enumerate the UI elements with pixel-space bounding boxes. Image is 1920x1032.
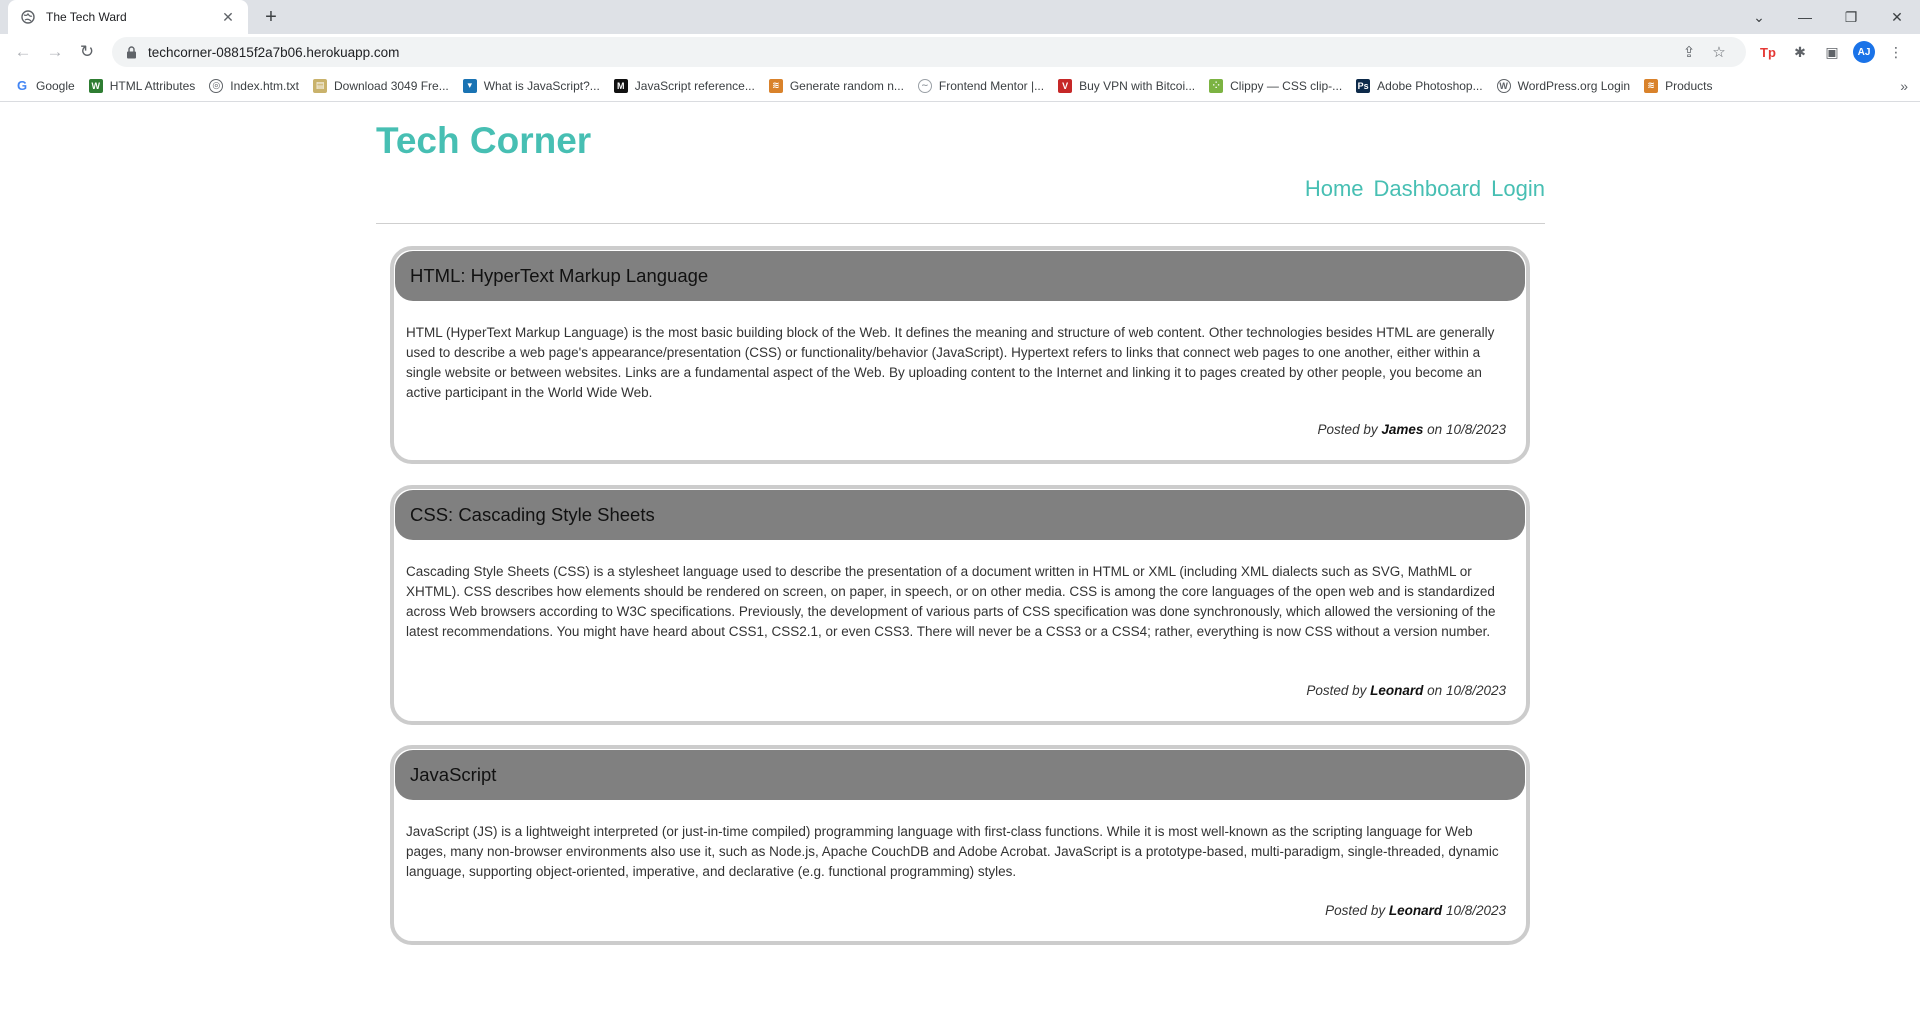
bookmark-item[interactable]: ▾ What is JavaScript?... [456,73,607,99]
avatar: AJ [1853,41,1875,63]
w-icon: W [88,78,103,93]
nav-dashboard-link[interactable]: Dashboard [1374,176,1482,202]
tp-extension-icon[interactable]: Tp [1752,37,1784,67]
ps-icon: Ps [1356,78,1371,93]
post-date: 10/8/2023 [1445,903,1506,918]
google-icon: G [16,78,28,93]
post-header[interactable]: HTML: HyperText Markup Language [395,251,1525,301]
post-title[interactable]: CSS: Cascading Style Sheets [410,504,655,526]
post-meta: Posted by Leonard on 10/8/2023 [1306,683,1526,698]
bookmark-item[interactable]: ≋ Generate random n... [762,73,911,99]
bookmark-label: Download 3049 Fre... [334,78,449,93]
nav-login-link[interactable]: Login [1491,176,1545,202]
side-panel-icon[interactable]: ▣ [1816,37,1848,67]
bookmark-label: Buy VPN with Bitcoi... [1079,78,1196,93]
globe-icon [20,9,36,25]
lock-icon[interactable] [124,45,138,59]
new-tab-button[interactable]: + [258,4,284,30]
m-icon: M [613,78,628,93]
posted-by-label: Posted by [1317,422,1378,437]
bookmarks-overflow-icon[interactable]: » [1900,70,1908,102]
bookmark-label: What is JavaScript?... [483,78,600,93]
bookmark-label: Products [1665,78,1713,93]
post-card[interactable]: JavaScript JavaScript (JS) is a lightwei… [390,745,1530,945]
site-nav: Home Dashboard Login [1305,176,1545,202]
url-text[interactable]: techcorner-08815f2a7b06.herokuapp.com [148,45,1674,60]
bookmark-item[interactable]: W WordPress.org Login [1490,73,1638,99]
bookmark-label: Index.htm.txt [230,78,299,93]
fm-icon: ∼ [917,78,932,93]
folder-icon: ▤ [313,78,327,93]
bookmark-star-icon[interactable]: ☆ [1704,43,1734,61]
post-title[interactable]: JavaScript [410,764,496,786]
browser-tab-strip: The Tech Ward ✕ + ⌄ — ❐ ✕ [0,0,1920,34]
post-date: on 10/8/2023 [1427,683,1506,698]
bookmark-item[interactable]: ∼ Frontend Mentor |... [911,73,1051,99]
profile-avatar[interactable]: AJ [1848,37,1880,67]
bookmark-item[interactable]: M JavaScript reference... [607,73,762,99]
reload-button[interactable]: ↻ [72,37,102,67]
bookmark-item[interactable]: ⁘ Clippy — CSS clip-... [1202,73,1349,99]
vpn-icon: V [1058,78,1073,93]
post-body: JavaScript (JS) is a lightweight interpr… [406,824,1499,879]
post-title[interactable]: HTML: HyperText Markup Language [410,265,708,287]
wordpress-icon: W [1496,78,1511,93]
bookmark-item[interactable]: V Buy VPN with Bitcoi... [1051,73,1202,99]
bookmark-label: Clippy — CSS clip-... [1230,78,1343,93]
post-card[interactable]: CSS: Cascading Style Sheets Cascading St… [390,485,1530,725]
posted-by-label: Posted by [1306,683,1367,698]
browser-toolbar: ← → ↻ techcorner-08815f2a7b06.herokuapp.… [0,34,1920,70]
minimize-button[interactable]: — [1782,0,1828,34]
bookmark-label: Generate random n... [789,78,904,93]
post-meta: Posted by James on 10/8/2023 [1318,422,1526,437]
stack-icon: ≋ [768,78,783,93]
back-button[interactable]: ← [8,37,38,67]
tab-search-icon[interactable]: ⌄ [1736,0,1782,34]
stack-icon: ≋ [1644,78,1659,93]
mdn-icon: ▾ [462,78,477,93]
bookmark-item[interactable]: G Google [8,73,82,99]
bookmark-label: JavaScript reference... [634,78,755,93]
post-meta: Posted by Leonard 10/8/2023 [1325,903,1526,918]
extensions-puzzle-icon[interactable]: ✱ [1784,37,1816,67]
clippy-icon: ⁘ [1209,78,1224,93]
header-divider [376,223,1545,224]
post-date: on 10/8/2023 [1427,422,1506,437]
post-body: HTML (HyperText Markup Language) is the … [406,325,1495,400]
bookmark-item[interactable]: ▤ Download 3049 Fre... [306,73,456,99]
bookmark-item[interactable]: ◎ Index.htm.txt [202,73,306,99]
address-bar[interactable]: techcorner-08815f2a7b06.herokuapp.com ⇪ … [112,37,1746,67]
tab-title: The Tech Ward [46,10,127,24]
post-header[interactable]: CSS: Cascading Style Sheets [395,490,1525,540]
nav-home-link[interactable]: Home [1305,176,1364,202]
close-window-button[interactable]: ✕ [1874,0,1920,34]
share-icon[interactable]: ⇪ [1674,43,1704,61]
site-title[interactable]: Tech Corner [376,120,591,162]
bookmark-item[interactable]: Ps Adobe Photoshop... [1349,73,1489,99]
menu-kebab-icon[interactable]: ⋮ [1880,37,1912,67]
post-author: James [1381,422,1424,437]
bookmark-item[interactable]: ≋ Products [1637,73,1719,99]
post-header[interactable]: JavaScript [395,750,1525,800]
post-card[interactable]: HTML: HyperText Markup Language HTML (Hy… [390,246,1530,464]
tab-close-icon[interactable]: ✕ [220,9,236,26]
window-controls: ⌄ — ❐ ✕ [1736,0,1920,34]
bookmark-label: Google [36,78,75,93]
restore-button[interactable]: ❐ [1828,0,1874,34]
bookmark-label: Frontend Mentor |... [938,78,1045,93]
bookmarks-bar: G Google W HTML Attributes ◎ Index.htm.txt ▤ Do… [0,70,1920,102]
globe-icon: ◎ [209,78,224,93]
bookmark-item[interactable]: W HTML Attributes [82,73,203,99]
bookmark-label: Adobe Photoshop... [1377,78,1483,93]
page-content: Tech Corner Home Dashboard Login HTML: H… [0,102,1920,1032]
extensions-bar: Tp ✱ ▣ AJ ⋮ [1752,37,1912,67]
forward-button[interactable]: → [40,37,70,67]
posted-by-label: Posted by [1325,903,1386,918]
bookmark-label: WordPress.org Login [1517,78,1631,93]
browser-tab[interactable]: The Tech Ward ✕ [8,0,248,34]
post-author: Leonard [1388,903,1443,918]
post-author: Leonard [1370,683,1424,698]
bookmark-label: HTML Attributes [109,78,196,93]
post-body: Cascading Style Sheets (CSS) is a styles… [406,564,1496,639]
